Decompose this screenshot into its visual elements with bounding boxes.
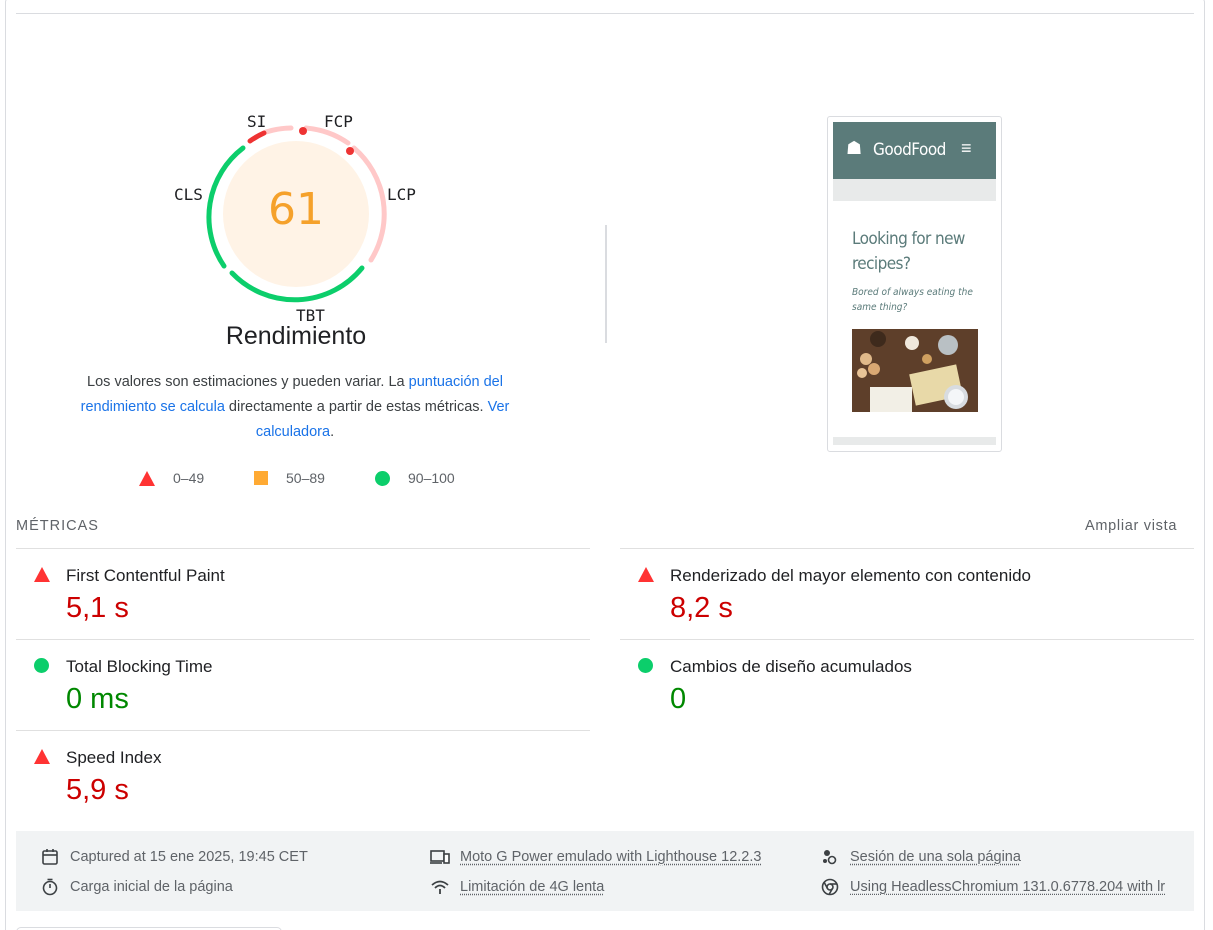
vertical-divider <box>605 225 607 343</box>
performance-score: 61 <box>268 184 324 235</box>
chrome-icon <box>820 877 840 897</box>
gauge-title: Rendimiento <box>225 322 367 350</box>
runtime-settings: Captured at 15 ene 2025, 19:45 CET Carga… <box>16 831 1194 911</box>
metric-lcp[interactable]: Renderizado del mayor elemento con conte… <box>620 548 1194 639</box>
triangle-icon <box>34 567 50 582</box>
timer-icon <box>40 877 60 897</box>
legend-poor-label: 0–49 <box>173 470 205 486</box>
top-divider <box>16 13 1194 14</box>
gauge-marker-lcp <box>346 147 354 155</box>
browser-version-text[interactable]: Using HeadlessChromium 131.0.6778.204 wi… <box>850 879 1178 895</box>
person-icon <box>820 847 840 867</box>
expand-view-button[interactable]: Ampliar vista <box>1085 518 1177 534</box>
triangle-icon <box>638 567 654 582</box>
initial-load: Carga inicial de la página <box>40 877 233 897</box>
browser-version[interactable]: Using HeadlessChromium 131.0.6778.204 wi… <box>820 877 1178 897</box>
metric-value: 5,9 s <box>66 774 129 806</box>
baking-photo-icon <box>852 329 978 412</box>
gauge-marker-fcp <box>299 127 307 135</box>
metric-value: 8,2 s <box>670 592 733 624</box>
devices-icon <box>430 847 450 867</box>
triangle-icon <box>139 470 155 486</box>
chef-hat-icon: ☗ <box>846 138 863 158</box>
metric-value: 5,1 s <box>66 592 129 624</box>
calendar-icon <box>40 847 60 867</box>
screenshot-nav-bar <box>833 179 996 201</box>
metric-fcp[interactable]: First Contentful Paint 5,1 s <box>16 548 590 639</box>
metric-value: 0 ms <box>66 683 129 715</box>
session-type[interactable]: Sesión de una sola página <box>820 847 1021 867</box>
screenshot-subheading: Bored of always eating the same thing? <box>852 287 973 313</box>
screenshot-footer-bar <box>833 437 996 445</box>
captured-at-text: Captured at 15 ene 2025, 19:45 CET <box>70 849 308 865</box>
metric-name: Cambios de diseño acumulados <box>670 657 912 676</box>
gauge-label-si: SI <box>247 112 267 131</box>
gauge-arc-si <box>263 125 294 135</box>
metric-tbt[interactable]: Total Blocking Time 0 ms <box>16 639 590 730</box>
metric-value: 0 <box>670 683 687 715</box>
wifi-icon <box>430 877 450 897</box>
legend-good-label: 90–100 <box>408 470 455 486</box>
metric-si[interactable]: Speed Index 5,9 s <box>16 730 590 821</box>
screenshot-hero-image <box>852 329 978 412</box>
performance-gauge[interactable]: 61 SI FCP LCP TBT CLS <box>166 100 426 330</box>
hamburger-menu-icon: ≡ <box>961 138 972 158</box>
final-screenshot[interactable]: ☗ GoodFood ≡ Looking for new recipes? Bo… <box>827 116 1002 452</box>
metrics-title: MÉTRICAS <box>16 518 99 534</box>
gauge-arc-si-score <box>247 130 267 144</box>
metric-name: Speed Index <box>66 748 162 767</box>
metric-name: Renderizado del mayor elemento con conte… <box>670 566 1032 585</box>
description-text-3: . <box>330 424 335 440</box>
gauge-label-cls: CLS <box>174 185 203 204</box>
legend-good: 90–100 <box>375 470 455 486</box>
screenshot-heading: Looking for new recipes? <box>852 229 965 274</box>
legend-average: 50–89 <box>254 470 325 486</box>
network-throttling-text[interactable]: Limitación de 4G lenta <box>460 879 604 895</box>
session-type-text[interactable]: Sesión de una sola página <box>850 849 1021 865</box>
network-throttling[interactable]: Limitación de 4G lenta <box>430 877 604 897</box>
legend-poor: 0–49 <box>139 470 204 486</box>
screenshot-header: ☗ GoodFood ≡ <box>833 122 996 179</box>
square-icon <box>254 471 268 485</box>
metric-cls[interactable]: Cambios de diseño acumulados 0 <box>620 639 1194 730</box>
device-emulation[interactable]: Moto G Power emulado with Lighthouse 12.… <box>430 847 761 867</box>
metric-name: First Contentful Paint <box>66 566 225 585</box>
circle-icon <box>638 658 653 673</box>
description-text-1: Los valores son estimaciones y pueden va… <box>87 374 409 390</box>
circle-icon <box>34 658 49 673</box>
device-emulation-text[interactable]: Moto G Power emulado with Lighthouse 12.… <box>460 849 761 865</box>
legend-average-label: 50–89 <box>286 470 325 486</box>
score-description: Los valores son estimaciones y pueden va… <box>62 370 528 445</box>
gauge-label-fcp: FCP <box>324 112 353 131</box>
description-text-2: directamente a partir de estas métricas. <box>224 399 488 415</box>
captured-at: Captured at 15 ene 2025, 19:45 CET <box>40 847 308 867</box>
triangle-icon <box>34 749 50 764</box>
circle-icon <box>375 470 390 486</box>
gauge-label-lcp: LCP <box>387 185 416 204</box>
initial-load-text: Carga inicial de la página <box>70 879 233 895</box>
metric-name: Total Blocking Time <box>66 657 213 676</box>
screenshot-logo: GoodFood <box>873 140 946 160</box>
